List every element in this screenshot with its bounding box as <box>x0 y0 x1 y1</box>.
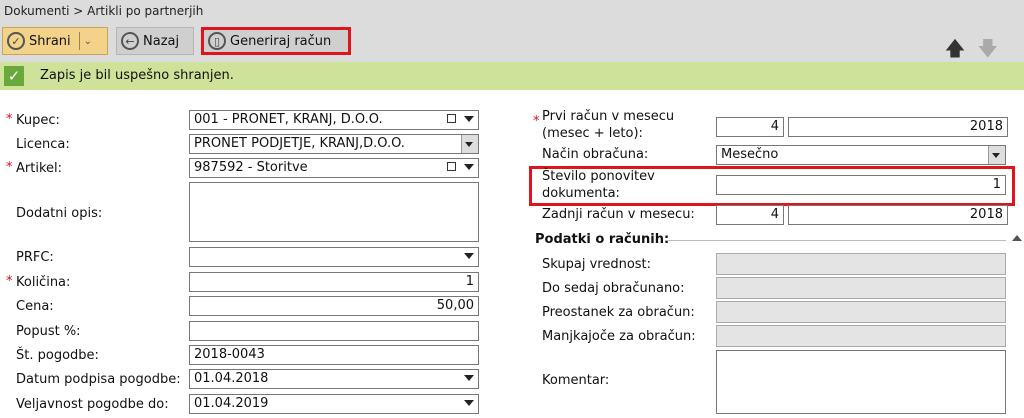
document-icon: ▯ <box>208 32 226 50</box>
manjkajoce-input <box>716 325 1006 347</box>
licenca-select[interactable]: PRONET PODJETJE, KRANJ,D.O.O. <box>189 134 479 154</box>
arrow-down-icon[interactable]: 🡇 <box>977 36 998 60</box>
veljavnost-picker[interactable]: 01.04.2019 <box>189 394 479 414</box>
cena-input[interactable]: 50,00 <box>189 296 479 316</box>
opis-label: Dodatni opis: <box>16 206 103 221</box>
dropdown-arrow-icon[interactable] <box>464 400 474 406</box>
back-button[interactable]: ← Nazaj <box>116 27 194 55</box>
popust-label: Popust %: <box>16 324 81 339</box>
artikel-value: 987592 - Storitve <box>194 160 308 175</box>
pogodba-label: Št. pogodbe: <box>16 348 99 363</box>
breadcrumb[interactable]: Dokumenti > Artikli po partnerjih <box>4 4 203 18</box>
chevron-down-icon[interactable]: ⌄ <box>84 36 92 47</box>
generate-invoice-button[interactable]: ▯ Generiraj račun <box>201 27 351 55</box>
artikel-field[interactable]: 987592 - Storitve <box>189 158 479 178</box>
licenca-label: Licenca: <box>16 137 70 152</box>
divider <box>78 32 80 50</box>
lookup-icon[interactable] <box>447 114 456 123</box>
veljavnost-value: 01.04.2019 <box>194 396 269 411</box>
stevilo-label-line2: dokumenta: <box>542 186 620 201</box>
popust-input[interactable] <box>189 321 479 341</box>
kolicina-label: Količina: <box>16 275 71 290</box>
preostanek-input <box>716 301 1006 323</box>
nacin-select[interactable]: Mesečno <box>716 145 1006 165</box>
back-label: Nazaj <box>143 33 180 49</box>
stevilo-input[interactable]: 1 <box>716 175 1006 195</box>
section-divider <box>666 240 1006 241</box>
save-label: Shrani <box>29 33 71 49</box>
komentar-textarea[interactable] <box>716 350 1006 414</box>
section-title: Podatki o računih: <box>535 232 670 247</box>
kolicina-input[interactable]: 1 <box>189 272 479 292</box>
nacin-value: Mesečno <box>721 147 779 162</box>
artikel-label: Artikel: <box>16 161 63 176</box>
checkmark-icon: ✓ <box>4 66 24 86</box>
check-icon: ✓ <box>7 32 25 50</box>
prvi-year-input[interactable]: 2018 <box>788 117 1008 137</box>
save-button[interactable]: ✓ Shrani ⌄ <box>2 27 108 55</box>
arrow-up-icon[interactable]: 🡅 <box>945 36 966 60</box>
prvi-label-line1: Prvi račun v mesecu <box>542 109 675 124</box>
prfc-label: PRFC: <box>16 250 54 265</box>
pogodba-input[interactable]: 2018-0043 <box>189 345 479 365</box>
datum-value: 01.04.2018 <box>194 371 269 386</box>
zadnji-month-input[interactable]: 4 <box>716 205 784 225</box>
dropdown-button-icon[interactable] <box>461 135 478 153</box>
kupec-label: Kupec: <box>16 113 60 128</box>
required-mark: * <box>533 114 540 129</box>
required-mark: * <box>6 274 13 289</box>
dropdown-arrow-icon[interactable] <box>464 375 474 381</box>
skupaj-input <box>716 253 1006 275</box>
required-mark: * <box>6 112 13 127</box>
licenca-value: PRONET PODJETJE, KRANJ,D.O.O. <box>194 136 405 151</box>
collapse-arrow-icon[interactable] <box>1012 235 1022 241</box>
cena-label: Cena: <box>16 299 54 314</box>
dropdown-arrow-icon[interactable] <box>464 253 474 259</box>
arrow-left-icon: ← <box>121 32 139 50</box>
datum-picker[interactable]: 01.04.2018 <box>189 369 479 389</box>
success-message: Zapis je bil uspešno shranjen. <box>40 68 234 83</box>
zadnji-year-input[interactable]: 2018 <box>788 205 1008 225</box>
dropdown-arrow-icon[interactable] <box>464 164 474 170</box>
kupec-field[interactable]: 001 - PRONET, KRANJ, D.O.O. <box>189 110 479 130</box>
generate-label: Generiraj račun <box>230 33 332 49</box>
lookup-icon[interactable] <box>447 162 456 171</box>
prfc-select[interactable] <box>189 247 479 267</box>
prvi-label-line2: (mesec + leto): <box>542 126 643 141</box>
zadnji-label: Zadnji račun v mesecu: <box>542 207 695 222</box>
dosedaj-input <box>716 277 1006 299</box>
kupec-value: 001 - PRONET, KRANJ, D.O.O. <box>194 112 383 127</box>
prvi-month-input[interactable]: 4 <box>716 117 784 137</box>
veljavnost-label: Veljavnost pogodbe do: <box>16 397 169 412</box>
required-mark: * <box>6 160 13 175</box>
dropdown-arrow-icon[interactable] <box>464 116 474 122</box>
skupaj-label: Skupaj vrednost: <box>542 257 652 272</box>
manjkajoce-label: Manjkajoče za obračun: <box>542 329 696 344</box>
datum-label: Datum podpisa pogodbe: <box>16 372 181 387</box>
stevilo-label-line1: Število ponovitev <box>542 169 655 184</box>
dropdown-button-icon[interactable] <box>988 146 1005 164</box>
preostanek-label: Preostanek za obračun: <box>542 305 695 320</box>
komentar-label: Komentar: <box>542 373 610 388</box>
opis-textarea[interactable] <box>189 182 479 242</box>
nacin-label: Način obračuna: <box>542 147 649 162</box>
dosedaj-label: Do sedaj obračunano: <box>542 281 685 296</box>
